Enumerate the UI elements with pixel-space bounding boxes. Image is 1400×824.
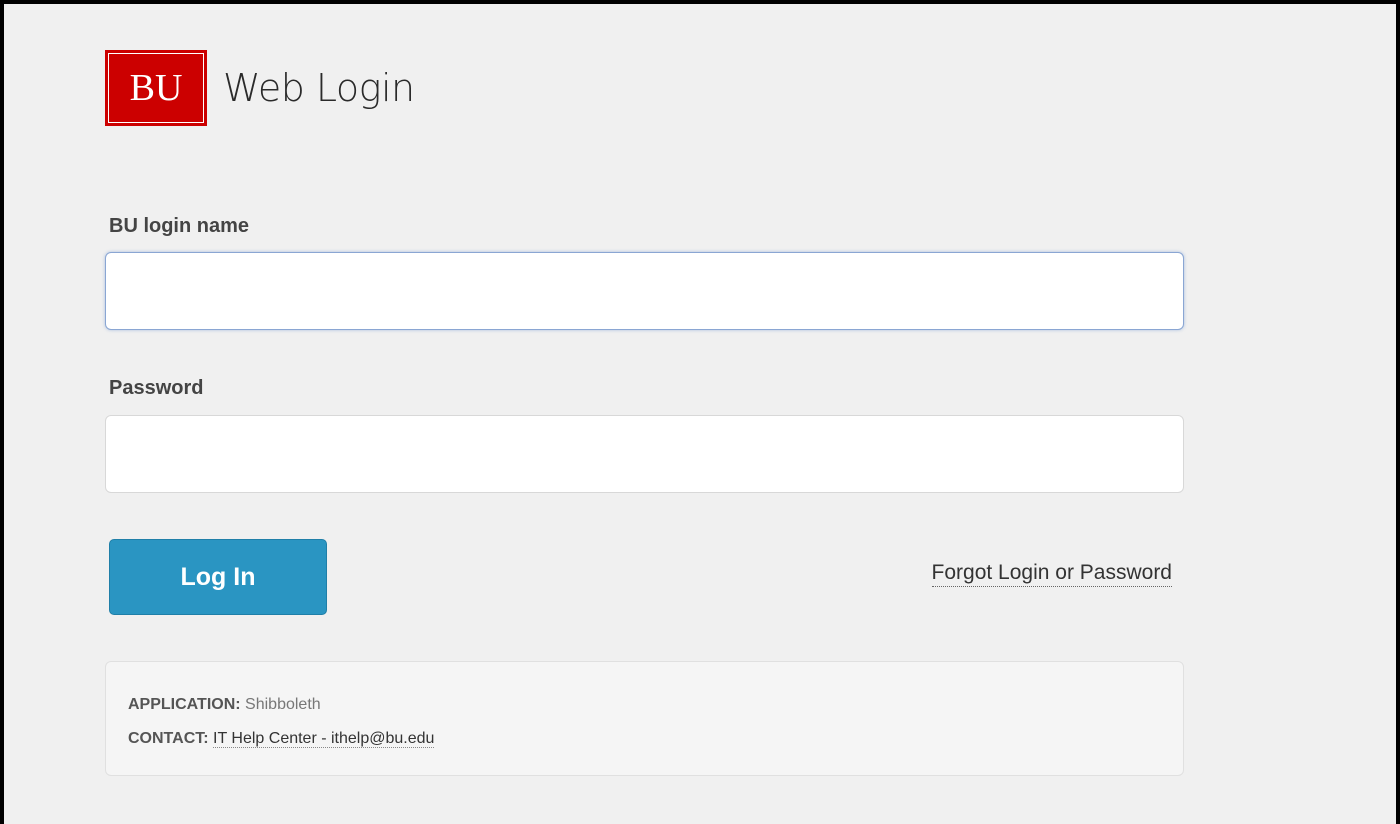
log-in-button[interactable]: Log In xyxy=(109,539,327,615)
page-title: Web Login xyxy=(223,66,415,110)
login-name-input[interactable] xyxy=(105,252,1184,330)
contact-key: CONTACT: xyxy=(128,730,209,747)
contact-row: CONTACT: IT Help Center - ithelp@bu.edu xyxy=(128,722,1161,756)
password-label: Password xyxy=(109,377,204,399)
application-info-box: APPLICATION: Shibboleth CONTACT: IT Help… xyxy=(105,661,1184,776)
password-input[interactable] xyxy=(105,415,1184,493)
bu-logo-text: BU xyxy=(108,53,204,123)
application-row: APPLICATION: Shibboleth xyxy=(128,688,1161,722)
login-name-label: BU login name xyxy=(109,215,250,237)
application-key: APPLICATION: xyxy=(128,696,241,713)
contact-link[interactable]: IT Help Center - ithelp@bu.edu xyxy=(213,730,435,748)
forgot-login-link[interactable]: Forgot Login or Password xyxy=(931,560,1172,587)
login-page: BU Web Login BU login name Password Log … xyxy=(0,0,1400,824)
application-value: Shibboleth xyxy=(245,696,321,713)
bu-logo: BU xyxy=(105,50,207,126)
page-header: BU Web Login xyxy=(105,50,415,126)
